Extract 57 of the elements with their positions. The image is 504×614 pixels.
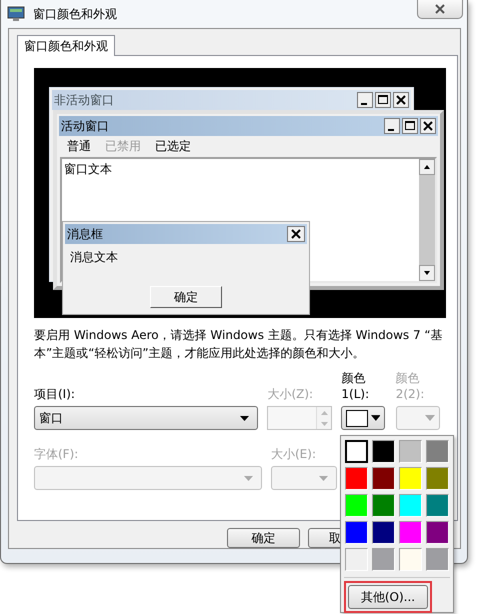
minimize-icon xyxy=(384,118,400,134)
spin-up-icon xyxy=(320,410,328,414)
other-colors-button[interactable]: 其他(O)... xyxy=(348,585,428,609)
color-swatch[interactable] xyxy=(399,440,422,463)
description-text: 要启用 Windows Aero，请选择 Windows 主题。只有选择 Windows 7 “基本”主题或“轻松访问”主题，才能应用此处选择的颜色和大小。 xyxy=(34,327,444,362)
dropdown-arrow-icon xyxy=(424,415,435,421)
color-swatch[interactable] xyxy=(399,548,422,571)
field-label: 大小(Z): xyxy=(267,386,314,402)
item-dropdown[interactable]: 窗口 xyxy=(34,406,258,430)
field-label: 字体(F): xyxy=(34,446,80,462)
window-title: 非活动窗口 xyxy=(54,92,114,108)
close-icon xyxy=(393,92,409,108)
close-icon xyxy=(420,118,436,134)
color-picker-button[interactable] xyxy=(341,406,386,430)
maximize-icon xyxy=(375,92,391,108)
close-button[interactable] xyxy=(417,0,463,19)
field-label: 颜色 2(2): xyxy=(396,370,426,402)
color-swatch[interactable] xyxy=(399,494,422,517)
color-swatch[interactable] xyxy=(426,521,449,544)
window-title: 窗口颜色和外观 xyxy=(33,6,117,22)
window-title: 消息框 xyxy=(67,226,103,242)
field-label: 颜色 1(L): xyxy=(341,370,370,402)
dropdown-arrow-icon xyxy=(319,476,328,480)
color-swatch[interactable] xyxy=(345,521,368,544)
dropdown-arrow-icon xyxy=(240,416,250,420)
color-swatch[interactable] xyxy=(426,548,449,571)
color-swatch[interactable] xyxy=(399,467,422,490)
color-swatch[interactable] xyxy=(345,440,368,463)
color-swatch[interactable] xyxy=(372,467,395,490)
tab[interactable]: 窗口颜色和外观 xyxy=(17,35,115,56)
monitor-icon xyxy=(7,6,25,22)
close-icon xyxy=(434,4,446,14)
window-text: 窗口文本 xyxy=(63,161,113,178)
dropdown-arrow-icon xyxy=(244,476,253,480)
field-label: 项目(I): xyxy=(34,386,76,402)
color-swatch[interactable] xyxy=(426,440,449,463)
color-swatch[interactable] xyxy=(345,494,368,517)
maximize-icon xyxy=(402,118,418,134)
dropdown-arrow-icon xyxy=(370,415,380,421)
color-swatch[interactable] xyxy=(372,440,395,463)
spin-down-icon xyxy=(320,422,328,426)
color-swatch[interactable] xyxy=(345,548,368,571)
color-swatch[interactable] xyxy=(426,494,449,517)
color-swatch[interactable] xyxy=(345,467,368,490)
color-swatch[interactable] xyxy=(372,548,395,571)
color-swatch[interactable] xyxy=(372,521,395,544)
color-swatch[interactable] xyxy=(372,494,395,517)
color-swatch[interactable] xyxy=(426,467,449,490)
field-label: 大小(E): xyxy=(271,446,317,462)
window-title: 活动窗口 xyxy=(61,118,109,134)
ok-button[interactable]: 确定 xyxy=(150,286,222,308)
ok-button[interactable]: 确定 xyxy=(227,528,300,548)
color-swatch[interactable] xyxy=(399,521,422,544)
menu-item: 已禁用 xyxy=(105,138,141,154)
close-icon xyxy=(287,226,305,242)
message-text: 消息文本 xyxy=(69,249,119,266)
minimize-icon xyxy=(357,92,373,108)
